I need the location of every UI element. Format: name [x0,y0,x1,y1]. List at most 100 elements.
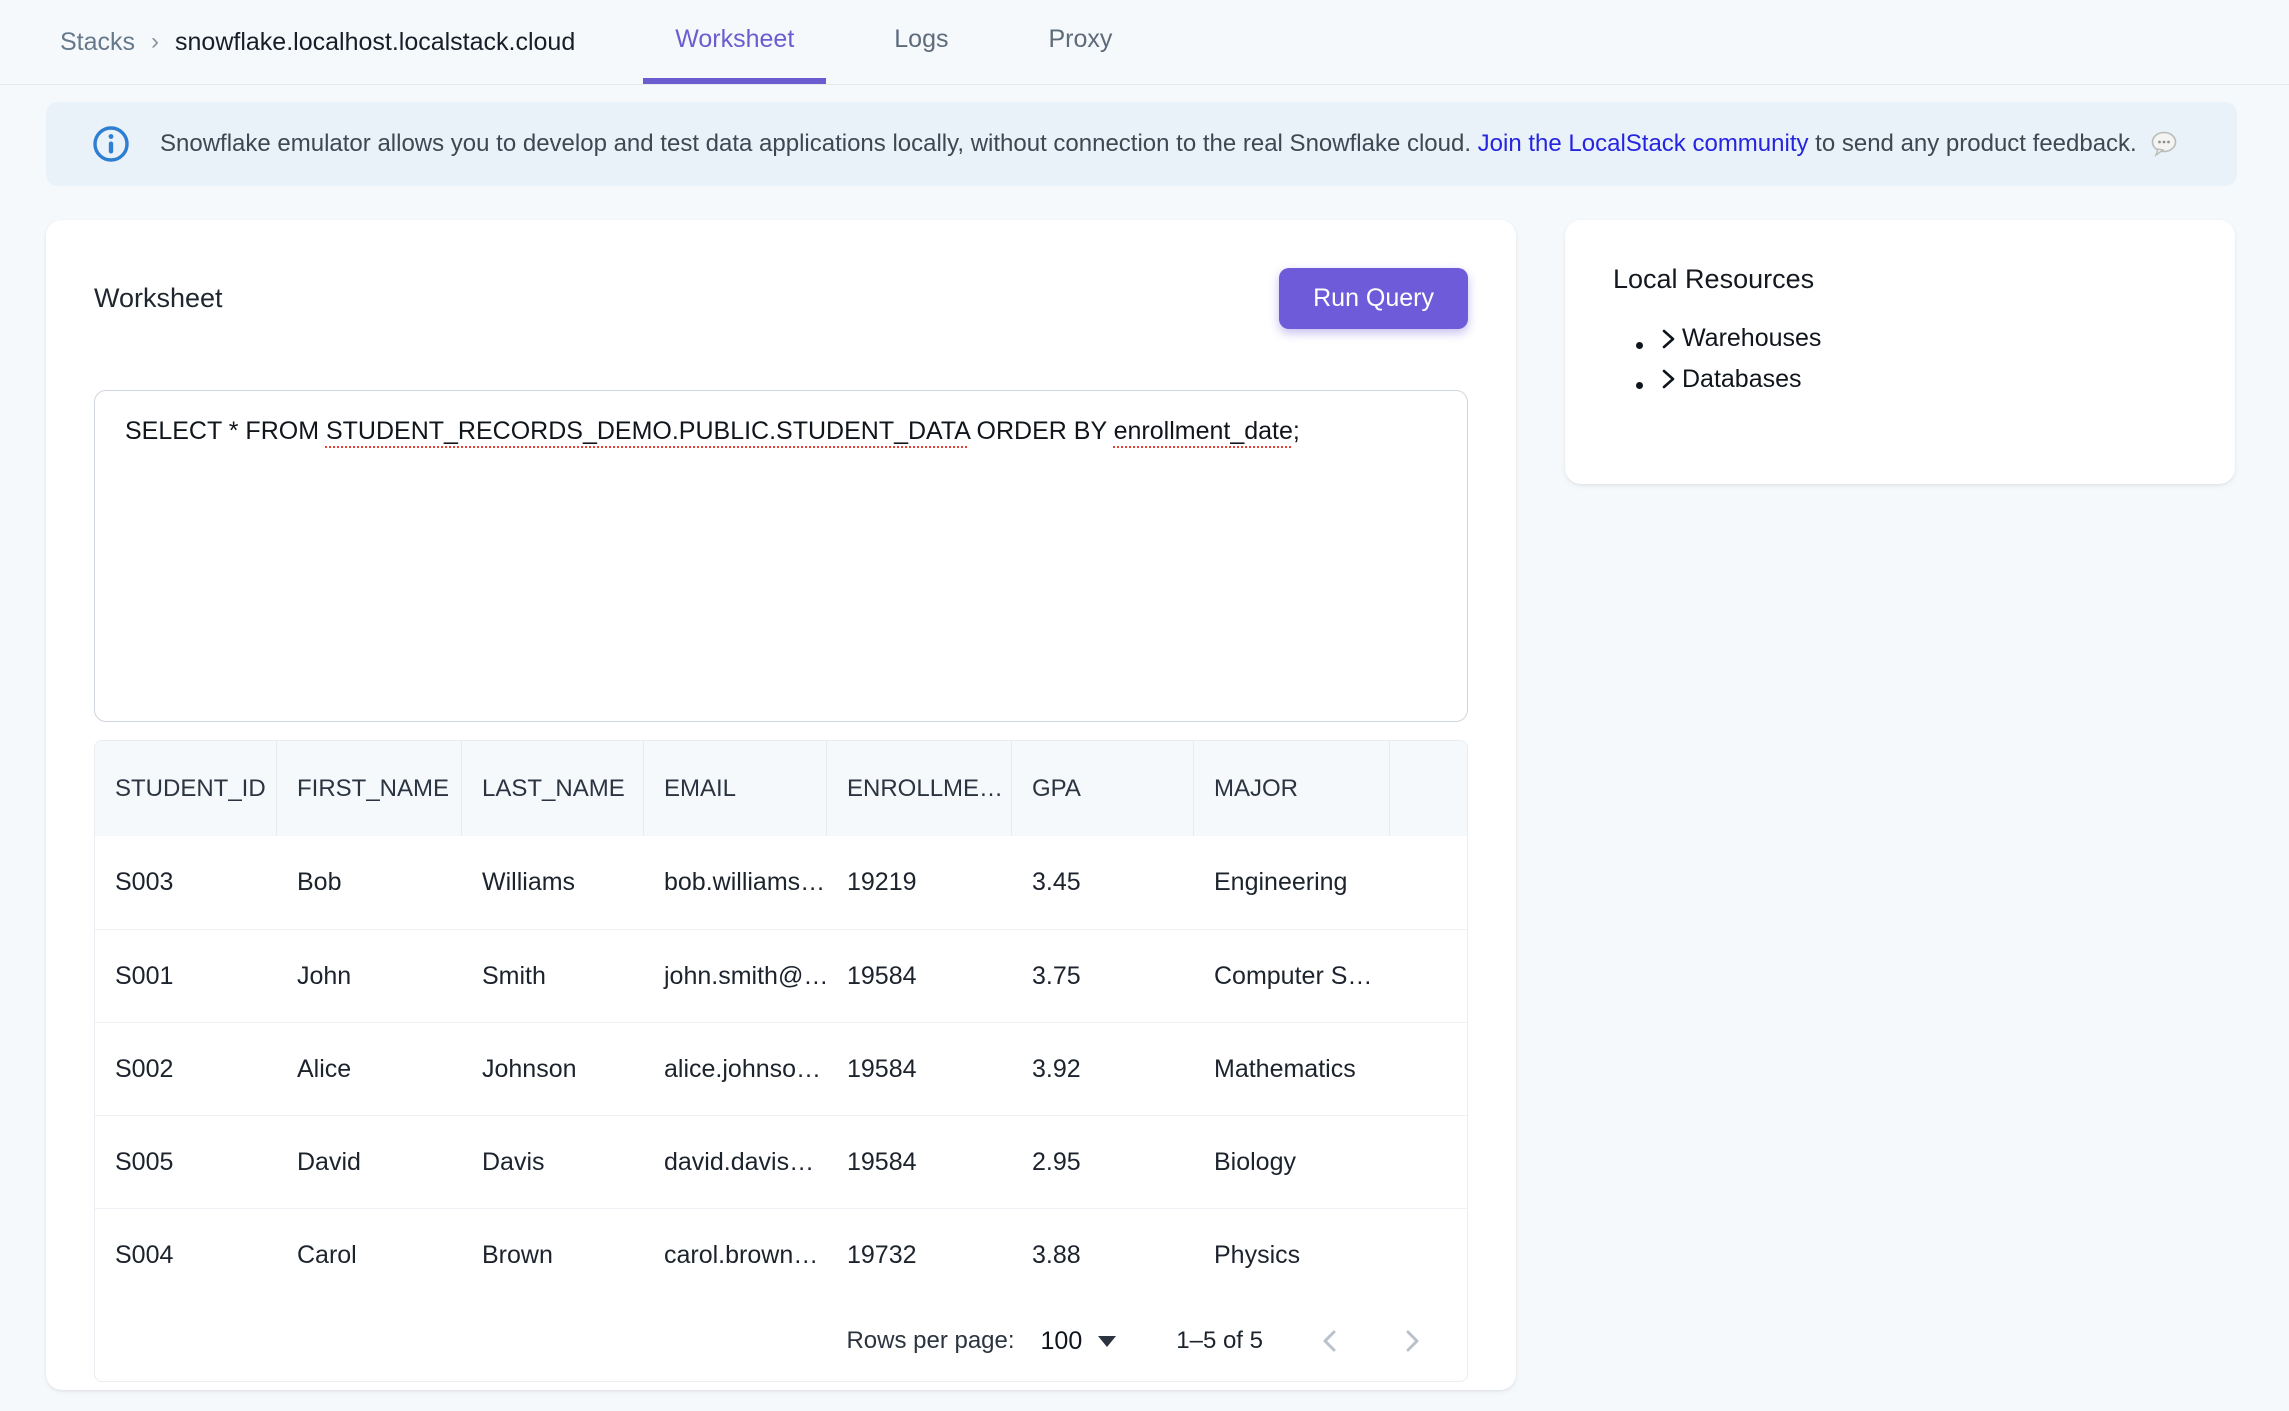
table-row: S004CarolBrowncarol.brown…197323.88Physi… [95,1208,1467,1301]
table-cell: Biology [1194,1116,1390,1208]
table-cell: bob.williams… [644,836,827,929]
local-resources-list: Warehouses Databases [1613,321,2187,402]
table-cell: 19219 [827,836,1012,929]
column-header[interactable]: LAST_NAME [462,741,644,836]
rows-per-page-label: Rows per page: [846,1327,1014,1355]
table-row: S002AliceJohnsonalice.johnso…195843.92Ma… [95,1022,1467,1115]
table-cell: 19584 [827,1116,1012,1208]
table-cell: alice.johnso… [644,1023,827,1115]
tab-proxy[interactable]: Proxy [1017,0,1145,84]
sql-text-suffix: ; [1293,417,1300,445]
chevron-right-icon [1657,366,1679,392]
table-cell: Physics [1194,1209,1390,1301]
column-header[interactable]: EMAIL [644,741,827,836]
previous-page-button[interactable] [1315,1326,1345,1356]
run-query-button[interactable]: Run Query [1279,268,1468,329]
resource-tree-item-label: Warehouses [1682,321,1821,356]
localstack-community-link[interactable]: Join the LocalStack community [1478,130,1809,157]
info-icon [92,125,130,163]
table-cell: Alice [277,1023,462,1115]
table-cell: 19732 [827,1209,1012,1301]
breadcrumb-stacks-link[interactable]: Stacks [60,28,135,57]
column-header[interactable]: FIRST_NAME [277,741,462,836]
results-table: STUDENT_IDFIRST_NAMELAST_NAMEEMAILENROLL… [94,740,1468,1382]
top-navigation: Stacks › snowflake.localhost.localstack.… [0,0,2289,85]
tab-bar: Worksheet Logs Proxy [643,0,1144,84]
pagination-range: 1–5 of 5 [1176,1327,1263,1355]
rows-per-page-select[interactable]: 100 [1041,1327,1117,1356]
worksheet-header: Worksheet Run Query [94,264,1468,332]
table-cell [1390,930,1467,1022]
table-cell: S001 [95,930,277,1022]
tab-label: Worksheet [675,25,794,54]
resource-tree-item-databases[interactable]: Databases [1657,362,2187,403]
resource-tree-item-label: Databases [1682,362,1802,397]
table-cell: david.davis… [644,1116,827,1208]
results-table-header: STUDENT_IDFIRST_NAMELAST_NAMEEMAILENROLL… [95,741,1467,836]
table-cell: 3.88 [1012,1209,1194,1301]
table-cell: 3.92 [1012,1023,1194,1115]
breadcrumb-separator: › [151,28,159,56]
table-row: S005DavidDavisdavid.davis…195842.95Biolo… [95,1115,1467,1208]
table-cell: Davis [462,1116,644,1208]
tab-worksheet[interactable]: Worksheet [643,0,826,84]
table-row: S003BobWilliamsbob.williams…192193.45Eng… [95,836,1467,929]
table-cell: Johnson [462,1023,644,1115]
table-cell: 2.95 [1012,1116,1194,1208]
table-cell: 3.45 [1012,836,1194,929]
banner-text-before: Snowflake emulator allows you to develop… [160,130,1478,157]
table-cell: Williams [462,836,644,929]
pagination-bar: Rows per page: 100 1–5 of 5 [95,1301,1467,1381]
table-cell [1390,836,1467,929]
tab-label: Logs [894,25,948,54]
table-cell [1390,1209,1467,1301]
info-banner: Snowflake emulator allows you to develop… [46,102,2237,186]
results-table-body: S003BobWilliamsbob.williams…192193.45Eng… [95,836,1467,1301]
breadcrumb-current-stack: snowflake.localhost.localstack.cloud [175,28,575,57]
table-cell: Mathematics [1194,1023,1390,1115]
table-cell [1390,1023,1467,1115]
table-cell: Engineering [1194,836,1390,929]
column-header[interactable]: ENROLLME… [827,741,1012,836]
column-header[interactable]: STUDENT_ID [95,741,277,836]
table-cell: S005 [95,1116,277,1208]
table-row: S001JohnSmithjohn.smith@…195843.75Comput… [95,929,1467,1022]
dropdown-caret-icon [1098,1336,1116,1347]
banner-text: Snowflake emulator allows you to develop… [160,130,2179,159]
resource-tree-item-warehouses[interactable]: Warehouses [1657,321,2187,362]
local-resources-title: Local Resources [1613,264,2187,295]
column-header [1390,741,1467,836]
table-cell: John [277,930,462,1022]
tab-label: Proxy [1049,25,1113,54]
sql-table-ref: STUDENT_RECORDS_DEMO.PUBLIC.STUDENT_DATA [326,417,970,445]
table-cell: S004 [95,1209,277,1301]
table-cell: 19584 [827,1023,1012,1115]
breadcrumb: Stacks › snowflake.localhost.localstack.… [60,0,575,84]
main-content: Worksheet Run Query SELECT * FROM STUDEN… [46,220,2235,1390]
table-cell: Computer S… [1194,930,1390,1022]
worksheet-card: Worksheet Run Query SELECT * FROM STUDEN… [46,220,1516,1390]
worksheet-title: Worksheet [94,283,223,314]
column-header[interactable]: MAJOR [1194,741,1390,836]
column-header[interactable]: GPA [1012,741,1194,836]
table-cell [1390,1116,1467,1208]
table-cell: Brown [462,1209,644,1301]
table-cell: Bob [277,836,462,929]
sql-text-mid: ORDER BY [970,417,1114,445]
table-cell: S003 [95,836,277,929]
next-page-button[interactable] [1397,1326,1427,1356]
table-cell: Smith [462,930,644,1022]
table-cell: David [277,1116,462,1208]
table-cell: S002 [95,1023,277,1115]
table-cell: john.smith@… [644,930,827,1022]
banner-text-after: to send any product feedback. [1809,130,2137,157]
chevron-right-icon [1657,326,1679,352]
sql-order-column: enrollment_date [1114,417,1293,445]
speech-bubble-icon [2149,130,2179,158]
sql-editor[interactable]: SELECT * FROM STUDENT_RECORDS_DEMO.PUBLI… [94,390,1468,722]
table-cell: 3.75 [1012,930,1194,1022]
sql-text-pre: SELECT * FROM [125,417,326,445]
rows-per-page-value: 100 [1041,1327,1083,1356]
local-resources-card: Local Resources Warehouses Databases [1565,220,2235,484]
tab-logs[interactable]: Logs [862,0,980,84]
